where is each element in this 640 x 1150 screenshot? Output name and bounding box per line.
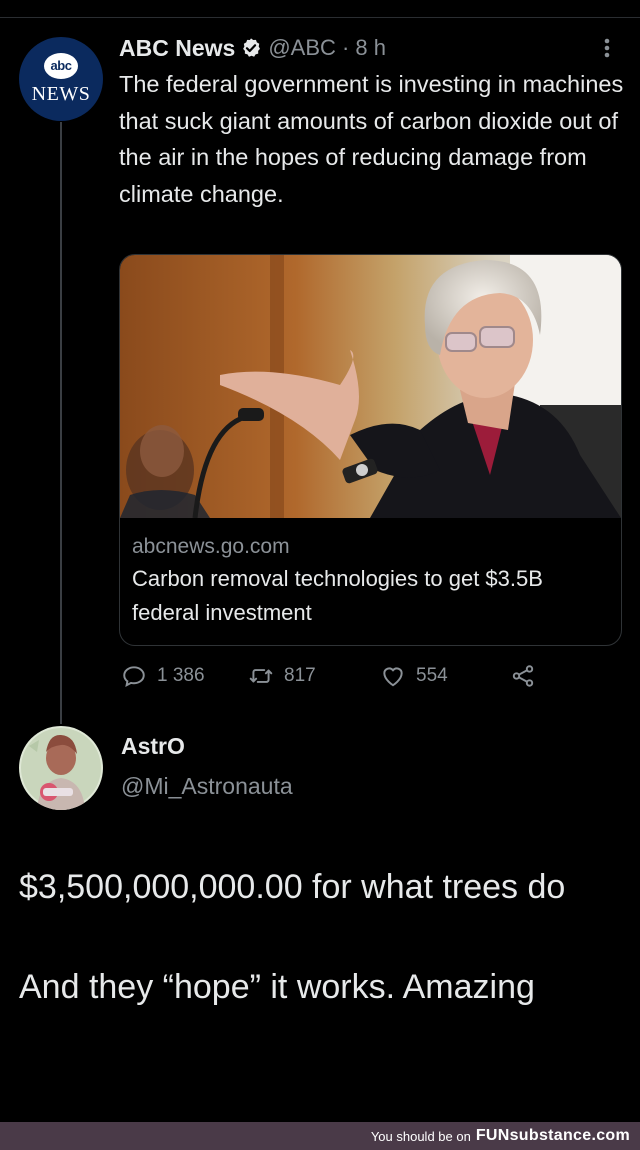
like-button[interactable]: 554 [380,660,448,692]
watermark-brand[interactable]: FUNsubstance.com [476,1127,630,1145]
reply-count: 1 386 [157,665,205,686]
card-domain: abcnews.go.com [132,535,290,558]
abc-news-avatar[interactable]: abc NEWS [19,37,103,121]
reply-line-1: $3,500,000,000.00 for what trees do [19,868,566,906]
reply-button[interactable]: 1 386 [121,660,205,692]
abc-logo-news-word: NEWS [31,82,91,105]
card-text-area: abcnews.go.com Carbon removal technologi… [120,518,621,630]
top-divider [0,17,640,18]
retweet-icon [249,669,273,683]
share-button[interactable] [510,660,536,692]
astro-avatar[interactable] [19,726,103,810]
like-count: 554 [416,665,448,686]
reply-text: $3,500,000,000.00 for what trees do And … [19,862,619,1012]
reply-icon [123,666,145,687]
reply-author-name[interactable]: AstrO [121,733,185,760]
link-preview-card[interactable]: abcnews.go.com Carbon removal technologi… [119,254,622,646]
reply-author-handle[interactable]: @Mi_Astronauta [121,773,293,800]
tweet-header: ABC News @ABC · 8 h [119,32,619,64]
heart-icon [383,667,403,687]
reply-spacer [19,912,619,962]
reply-line-2: And they “hope” it works. Amazing [19,968,535,1006]
thread-connector-line [60,122,62,724]
tweet-actions: 1 386 817 554 [121,660,541,692]
retweet-button[interactable]: 817 [248,660,316,692]
astronaut-avatar-image [19,726,103,810]
more-options-icon[interactable] [597,36,617,64]
share-icon [512,665,534,687]
watermark-text: You should be on [370,1128,471,1144]
abc-logo-disc: abc [44,52,78,79]
card-photo [120,255,621,518]
watermark-footer: You should be on FUNsubstance.com [0,1122,640,1150]
author-handle-time[interactable]: @ABC · 8 h [268,35,386,61]
retweet-count: 817 [284,665,316,686]
author-name[interactable]: ABC News [119,35,235,62]
card-title: Carbon removal technologies to get $3.5B… [132,566,543,625]
verified-badge-icon [243,38,261,57]
tweet-text: The federal government is investing in m… [119,71,624,207]
